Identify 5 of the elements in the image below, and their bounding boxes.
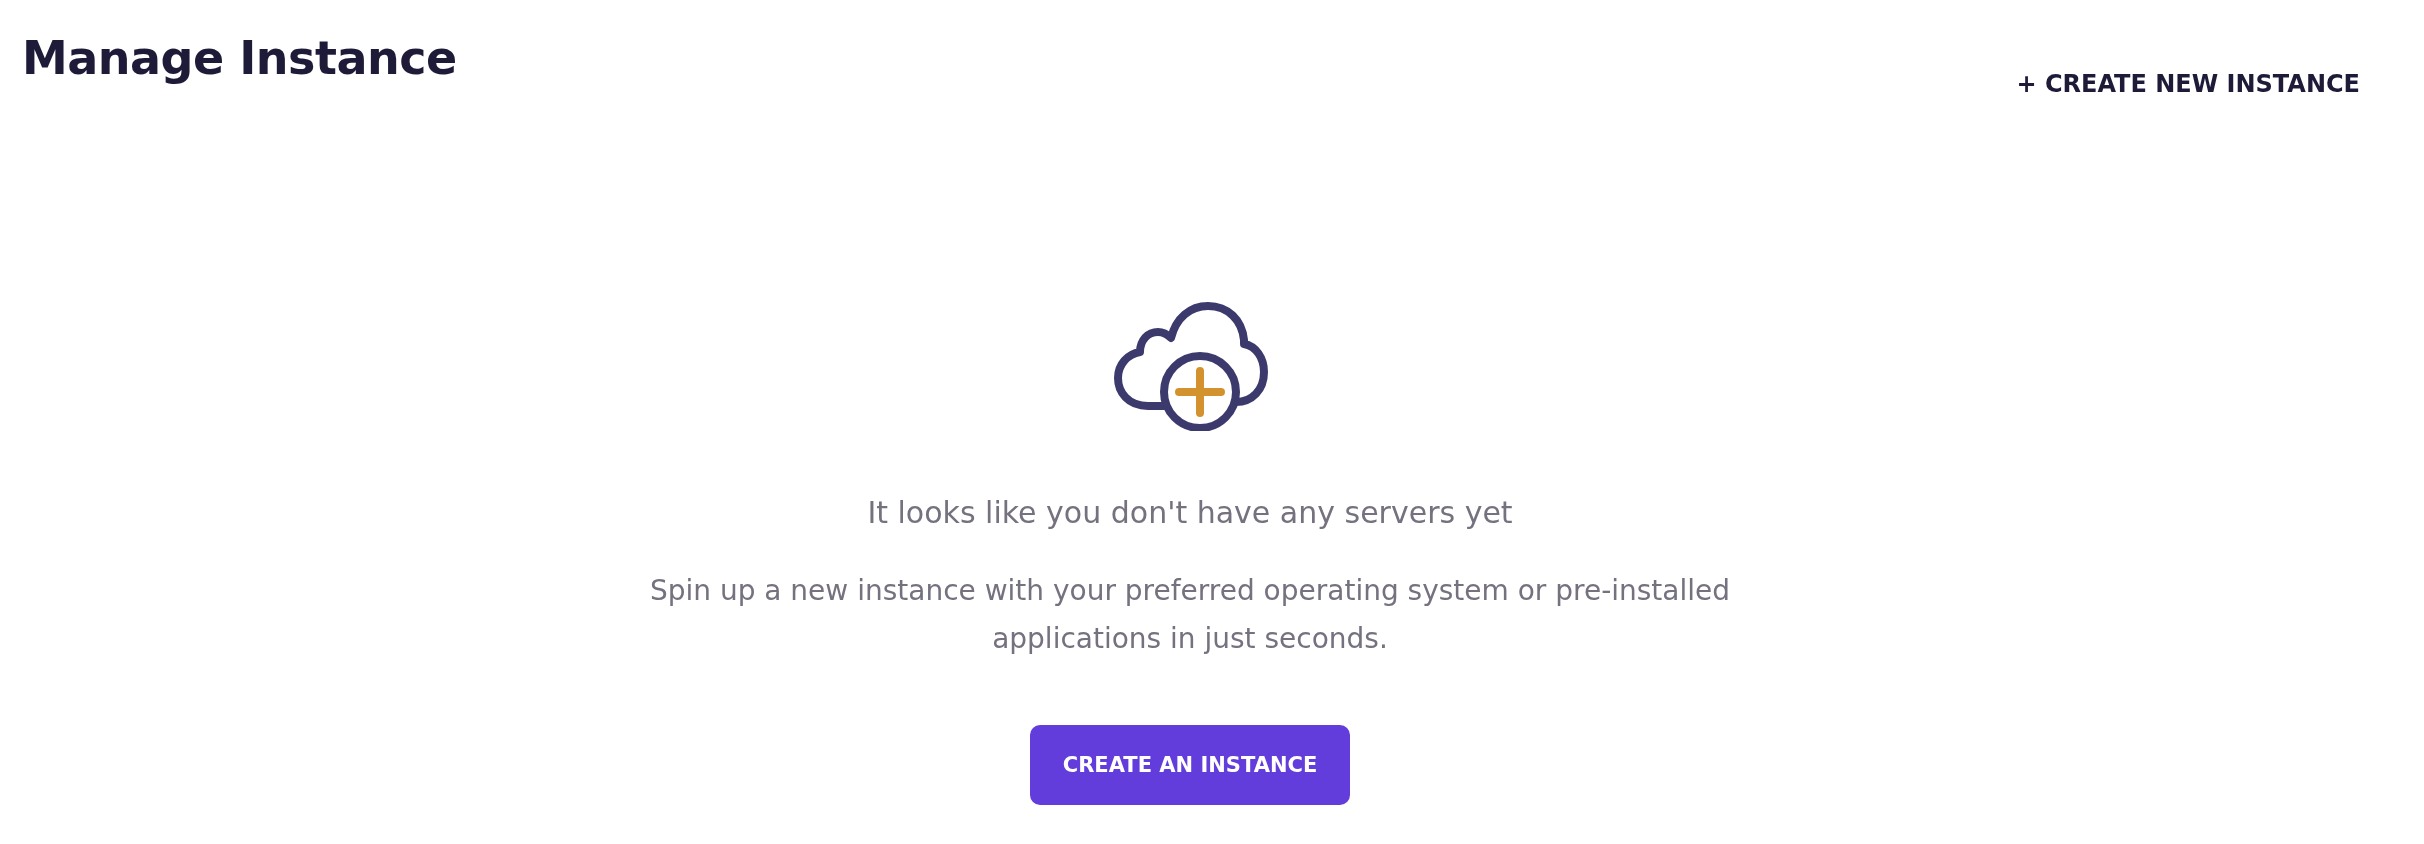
create-new-instance-link[interactable]: + CREATE NEW INSTANCE xyxy=(2016,70,2360,98)
empty-state-description: Spin up a new instance with your preferred operating system or pre-installed applications in just seconds. xyxy=(648,573,1732,657)
page-title: Manage Instance xyxy=(22,30,457,87)
create-instance-button[interactable]: CREATE AN INSTANCE xyxy=(1030,725,1350,805)
empty-state-heading: It looks like you don't have any servers yet xyxy=(867,494,1513,532)
